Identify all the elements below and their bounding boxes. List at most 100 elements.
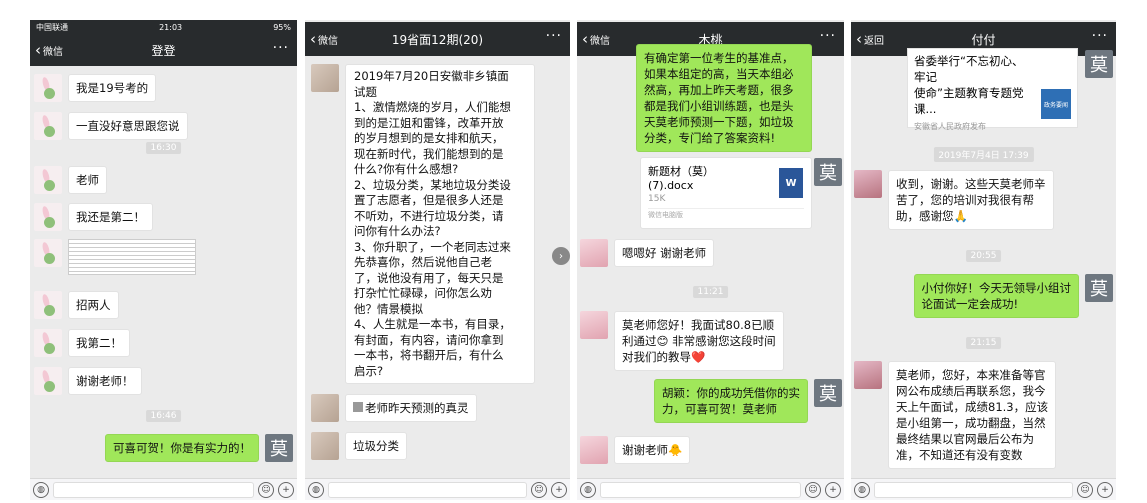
more-icon[interactable]: ··· — [820, 28, 836, 44]
message-bubble[interactable]: 2019年7月20日安徽非乡镇面 试题 1、激情燃烧的岁月，人们能想 到的是江姐和雷锋… — [345, 64, 535, 384]
voice-icon[interactable]: ◍ — [33, 481, 49, 498]
message-input[interactable] — [600, 481, 801, 498]
message-bubble[interactable]: 谢谢老师🐥 — [614, 436, 691, 464]
message-bubble[interactable]: 小付你好！今天无领导小组讨 论面试一定会成功! — [913, 274, 1079, 318]
voice-icon[interactable]: ◍ — [580, 481, 596, 498]
message-bubble[interactable]: 胡颖：你的成功凭借你的实 力，可喜可贺！莫老师 — [654, 379, 808, 423]
message-input[interactable] — [53, 481, 254, 498]
message-incoming: 一直没好意思跟您说 — [34, 112, 188, 140]
avatar[interactable] — [311, 432, 339, 460]
input-bar: ◍ ☺ + — [851, 478, 1116, 500]
news-card[interactable]: 省委举行“不忘初心、牢记 使命”主题教育专题党课... 安徽省人民政府发布 政务要… — [907, 48, 1078, 131]
avatar[interactable] — [34, 367, 62, 395]
news-title-line: 省委举行“不忘初心、牢记 — [914, 54, 1024, 84]
message-bubble[interactable]: 嗯嗯好 谢谢老师 — [614, 239, 715, 267]
add-icon[interactable]: + — [278, 481, 294, 498]
message-incoming: 老师昨天预测的真灵 — [311, 394, 477, 422]
voice-icon[interactable]: ◍ — [308, 481, 324, 498]
avatar[interactable] — [854, 170, 882, 198]
avatar[interactable] — [311, 394, 339, 422]
next-arrow-icon[interactable]: › — [552, 247, 570, 265]
message-incoming: 谢谢老师🐥 — [580, 436, 691, 464]
chat-panel-group: ‹ 微信 19省面12期(20) ··· 2019年7月20日安徽非乡镇面 试题 1、… — [305, 20, 570, 500]
avatar[interactable] — [34, 239, 62, 267]
avatar[interactable]: 莫 — [1085, 50, 1113, 78]
timestamp: 2019年7月4日 17:39 — [933, 147, 1034, 162]
file-card[interactable]: 新题材（莫） (7).docx 15K 微信电脑版 W — [640, 157, 812, 229]
voice-icon[interactable]: ◍ — [854, 481, 870, 498]
add-icon[interactable]: + — [551, 481, 567, 498]
timestamp: 21:15 — [965, 337, 1002, 349]
question-line: 有封面，有内容，请问你拿到 — [354, 332, 504, 347]
question-line: 他？情景模拟 — [354, 301, 423, 316]
message-line: 如果本组定的高，当天本组必 — [644, 67, 794, 81]
message-line: 论面试一定会成功! — [921, 297, 1019, 311]
message-incoming: 垃圾分类 — [311, 432, 407, 460]
back-button[interactable]: ‹ 微信 — [310, 32, 338, 47]
avatar[interactable] — [580, 436, 608, 464]
message-bubble[interactable]: 招两人 — [68, 291, 119, 319]
news-thumbnail: 政务要闻 — [1041, 89, 1071, 119]
message-bubble[interactable]: 老师 — [68, 166, 107, 194]
message-bubble[interactable]: 谢谢老师！ — [68, 367, 142, 395]
more-icon[interactable]: ··· — [273, 40, 289, 56]
emoji-icon[interactable]: ☺ — [1077, 481, 1093, 498]
avatar[interactable]: 莫 — [265, 434, 293, 462]
message-bubble[interactable]: 莫老师您好！我面试80.8已顺 利通过😊 非常感谢您这段时间 对我们的教导❤️ — [614, 311, 784, 371]
emoji-icon[interactable]: ☺ — [805, 481, 821, 498]
question-line: 的岁月想到的是女排和航天， — [354, 131, 504, 145]
message-line: 助，感谢您🙏 — [896, 209, 968, 223]
message-bubble[interactable]: 可喜可贺！你是有实力的！ — [105, 434, 259, 462]
message-bubble[interactable]: 老师昨天预测的真灵 — [345, 394, 477, 422]
avatar[interactable] — [34, 291, 62, 319]
emoji-icon[interactable]: ☺ — [531, 481, 547, 498]
image-table-thumbnail[interactable] — [68, 239, 196, 275]
avatar[interactable] — [34, 329, 62, 357]
avatar[interactable] — [580, 239, 608, 267]
message-bubble[interactable]: 垃圾分类 — [345, 432, 407, 460]
battery-label: 95% — [273, 22, 291, 32]
avatar[interactable] — [854, 361, 882, 389]
message-line: 莫老师您好！我面试80.8已顺 — [622, 318, 775, 332]
message-bubble[interactable]: 我第二！ — [68, 329, 130, 357]
add-icon[interactable]: + — [1097, 481, 1113, 498]
question-line: 3、你升职了，一个老同志过来 — [354, 239, 511, 254]
emoji-icon[interactable]: ☺ — [258, 481, 274, 498]
message-outgoing-file: 莫 — [814, 158, 842, 186]
more-icon[interactable]: ··· — [1092, 28, 1108, 44]
message-bubble[interactable]: 莫老师，您好，本来准备等官 网公布成绩后再联系您，我今 天上午面试，成绩81.3，应… — [888, 361, 1057, 469]
more-icon[interactable]: ··· — [546, 28, 562, 44]
avatar[interactable]: 莫 — [1085, 274, 1113, 302]
message-bubble[interactable]: 我还是第二！ — [68, 203, 153, 231]
chat-title: 付付 — [971, 32, 996, 47]
avatar[interactable] — [34, 203, 62, 231]
question-line: 了，说他没有用了，每天只是 — [354, 270, 504, 285]
message-bubble[interactable]: 一直没好意思跟您说 — [68, 112, 188, 140]
question-line: 2019年7月20日安徽非乡镇面 — [354, 69, 509, 83]
message-input[interactable] — [874, 481, 1073, 498]
message-incoming: 我还是第二！ — [34, 203, 153, 231]
chevron-left-icon: ‹ — [582, 30, 588, 48]
message-line: 利通过😊 非常感谢您这段时间 — [622, 334, 776, 348]
avatar[interactable] — [34, 112, 62, 140]
message-bubble[interactable]: 有确定第一位考生的基准点， 如果本组定的高，当天本组必 然高，再加上昨天考题，很多都… — [636, 44, 812, 152]
avatar[interactable] — [311, 64, 339, 92]
message-line: 对我们的教导❤️ — [622, 350, 706, 364]
avatar[interactable] — [34, 166, 62, 194]
message-bubble[interactable]: 收到，谢谢。这些天莫老师辛 苦了，您的培训对我很有帮 助，感谢您🙏 — [888, 170, 1054, 230]
back-button[interactable]: ‹ 微信 — [35, 43, 63, 58]
message-outgoing: 莫 小付你好！今天无领导小组讨 论面试一定会成功! — [913, 274, 1113, 318]
avatar[interactable]: 莫 — [814, 158, 842, 186]
message-outgoing: 莫 可喜可贺！你是有实力的！ — [105, 434, 293, 462]
message-line: 苦了，您的培训对我很有帮 — [896, 193, 1034, 207]
avatar[interactable] — [34, 74, 62, 102]
message-input[interactable] — [328, 481, 527, 498]
add-icon[interactable]: + — [825, 481, 841, 498]
back-button[interactable]: ‹ 返回 — [856, 32, 884, 47]
chat-title: 19省面12期(20) — [391, 32, 484, 47]
timestamp: 20:55 — [965, 250, 1002, 262]
avatar[interactable] — [580, 311, 608, 339]
message-bubble[interactable]: 我是19号考的 — [68, 74, 157, 102]
back-button[interactable]: ‹ 微信 — [582, 32, 610, 47]
avatar[interactable]: 莫 — [814, 379, 842, 407]
